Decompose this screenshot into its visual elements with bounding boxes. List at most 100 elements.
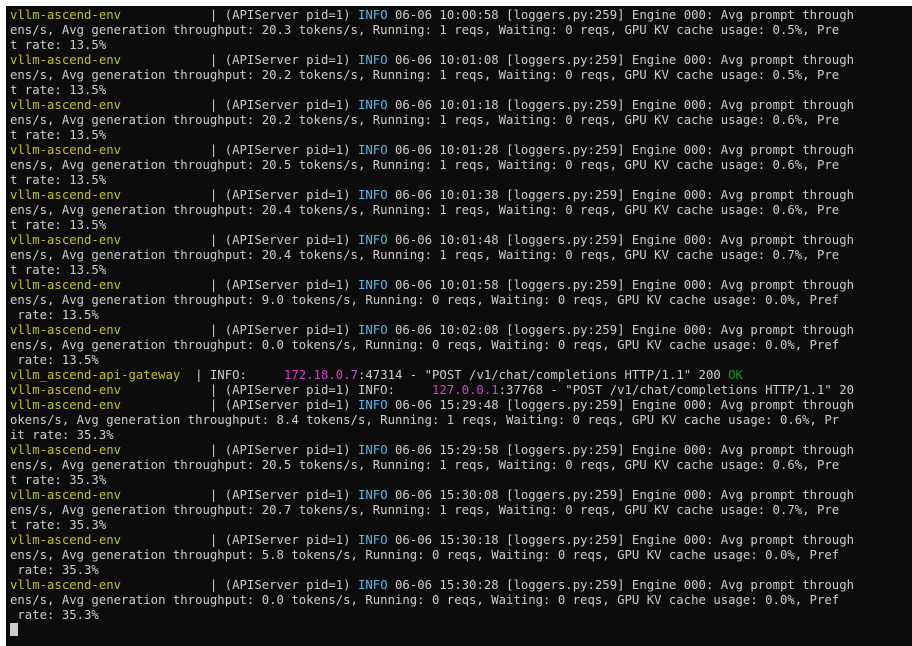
log-prefix: | (APIServer pid=1) INFO: [202,383,433,397]
log-text: rate: 35.3% [10,608,99,622]
log-level: INFO [357,53,388,67]
log-text: t rate: 13.5% [10,38,107,52]
log-line: vllm-ascend-env | (APIServer pid=1) INFO… [10,233,907,248]
log-text: 06-06 10:01:18 [loggers.py:259] Engine 0… [387,98,855,112]
log-prefix: | (APIServer pid=1) [202,98,358,112]
log-line: vllm-ascend-env | (APIServer pid=1) INFO… [10,188,907,203]
log-text: okens/s, Avg generation throughput: 8.4 … [10,413,840,427]
log-line: vllm-ascend-env | (APIServer pid=1) INFO… [10,488,907,503]
log-line: t rate: 13.5% [10,83,907,98]
log-text: 06-06 10:01:38 [loggers.py:259] Engine 0… [387,188,855,202]
log-level: INFO [357,188,388,202]
log-text: ens/s, Avg generation throughput: 9.0 to… [10,293,840,307]
terminal-output[interactable]: vllm-ascend-env | (APIServer pid=1) INFO… [10,8,907,644]
service-name: vllm-ascend-env [10,398,122,412]
log-level: INFO [357,323,388,337]
log-text: t rate: 13.5% [10,173,107,187]
client-ip: 127.0.0.1 [432,383,499,397]
log-level: INFO [357,98,388,112]
log-line: ens/s, Avg generation throughput: 0.0 to… [10,593,907,608]
service-name: vllm-ascend-env [10,278,122,292]
log-text: t rate: 35.3% [10,518,107,532]
log-line: vllm-ascend-env | (APIServer pid=1) INFO… [10,8,907,23]
terminal-window[interactable]: vllm-ascend-env | (APIServer pid=1) INFO… [6,6,912,646]
log-line: rate: 35.3% [10,608,907,623]
log-text: t rate: 13.5% [10,263,107,277]
log-line: ens/s, Avg generation throughput: 20.4 t… [10,248,907,263]
log-level: INFO [357,8,388,22]
log-line: t rate: 35.3% [10,518,907,533]
log-prefix: | (APIServer pid=1) [202,143,358,157]
log-pad [121,188,202,202]
log-text: 06-06 15:30:08 [loggers.py:259] Engine 0… [387,488,855,502]
log-line: t rate: 13.5% [10,263,907,278]
log-text: t rate: 35.3% [10,473,107,487]
log-level: INFO [357,278,388,292]
service-name: vllm-ascend-env [10,233,122,247]
log-prefix: | (APIServer pid=1) [202,488,358,502]
log-pad [121,443,202,457]
log-text: 06-06 10:01:58 [loggers.py:259] Engine 0… [387,278,855,292]
log-text: 06-06 10:01:48 [loggers.py:259] Engine 0… [387,233,855,247]
log-line: ens/s, Avg generation throughput: 9.0 to… [10,293,907,308]
log-text: :47314 - "POST /v1/chat/completions HTTP… [357,368,729,382]
service-name: vllm-ascend-env [10,8,122,22]
log-prefix: | (APIServer pid=1) [202,8,358,22]
log-line: t rate: 13.5% [10,128,907,143]
log-prefix: | (APIServer pid=1) [202,53,358,67]
log-line: ens/s, Avg generation throughput: 20.5 t… [10,458,907,473]
service-name: vllm-ascend-env [10,188,122,202]
service-name: vllm-ascend-env [10,323,122,337]
log-pad [121,323,202,337]
log-text: rate: 13.5% [10,353,99,367]
log-prefix: | (APIServer pid=1) [202,443,358,457]
log-text: ens/s, Avg generation throughput: 0.0 to… [10,338,840,352]
log-line: vllm-ascend-env | (APIServer pid=1) INFO… [10,53,907,68]
log-line: rate: 35.3% [10,563,907,578]
log-line: ens/s, Avg generation throughput: 20.3 t… [10,23,907,38]
service-name: vllm_ascend-api-gateway [10,368,181,382]
log-text: 06-06 10:01:08 [loggers.py:259] Engine 0… [387,53,855,67]
log-line: vllm-ascend-env | (APIServer pid=1) INFO… [10,578,907,593]
log-line: vllm-ascend-env | (APIServer pid=1) INFO… [10,278,907,293]
prompt-line[interactable] [10,623,907,638]
log-pad [121,488,202,502]
log-text: 06-06 10:00:58 [loggers.py:259] Engine 0… [387,8,855,22]
log-text: 06-06 15:29:58 [loggers.py:259] Engine 0… [387,443,855,457]
log-level: INFO [357,578,388,592]
text-cursor [10,623,18,636]
log-line: rate: 13.5% [10,353,907,368]
log-pad [121,533,202,547]
log-pad [121,383,202,397]
log-level: INFO [357,233,388,247]
log-line: ens/s, Avg generation throughput: 20.4 t… [10,203,907,218]
log-text: ens/s, Avg generation throughput: 5.8 to… [10,548,840,562]
log-pad [121,8,202,22]
service-name: vllm-ascend-env [10,443,122,457]
log-line: vllm-ascend-env | (APIServer pid=1) INFO… [10,398,907,413]
log-pad [121,143,202,157]
log-text: ens/s, Avg generation throughput: 20.2 t… [10,113,840,127]
log-line: ens/s, Avg generation throughput: 20.7 t… [10,503,907,518]
log-line: vllm-ascend-env | (APIServer pid=1) INFO… [10,443,907,458]
log-line: vllm-ascend-env | (APIServer pid=1) INFO… [10,98,907,113]
log-line: vllm-ascend-env | (APIServer pid=1) INFO… [10,533,907,548]
service-name: vllm-ascend-env [10,143,122,157]
log-pad [121,98,202,112]
log-prefix: | (APIServer pid=1) [202,533,358,547]
log-line: t rate: 35.3% [10,473,907,488]
log-line: vllm-ascend-env | (APIServer pid=1) INFO… [10,323,907,338]
log-text: rate: 35.3% [10,563,99,577]
log-prefix: | (APIServer pid=1) [202,323,358,337]
log-text: ens/s, Avg generation throughput: 20.4 t… [10,248,840,262]
log-line: t rate: 13.5% [10,38,907,53]
log-text: 06-06 15:30:28 [loggers.py:259] Engine 0… [387,578,855,592]
log-line: ens/s, Avg generation throughput: 0.0 to… [10,338,907,353]
service-name: vllm-ascend-env [10,533,122,547]
log-pad [121,53,202,67]
log-line: it rate: 35.3% [10,428,907,443]
log-line: ens/s, Avg generation throughput: 20.2 t… [10,113,907,128]
client-ip: 172.18.0.7 [283,368,358,382]
log-prefix: | (APIServer pid=1) [202,188,358,202]
log-prefix: | (APIServer pid=1) [202,278,358,292]
